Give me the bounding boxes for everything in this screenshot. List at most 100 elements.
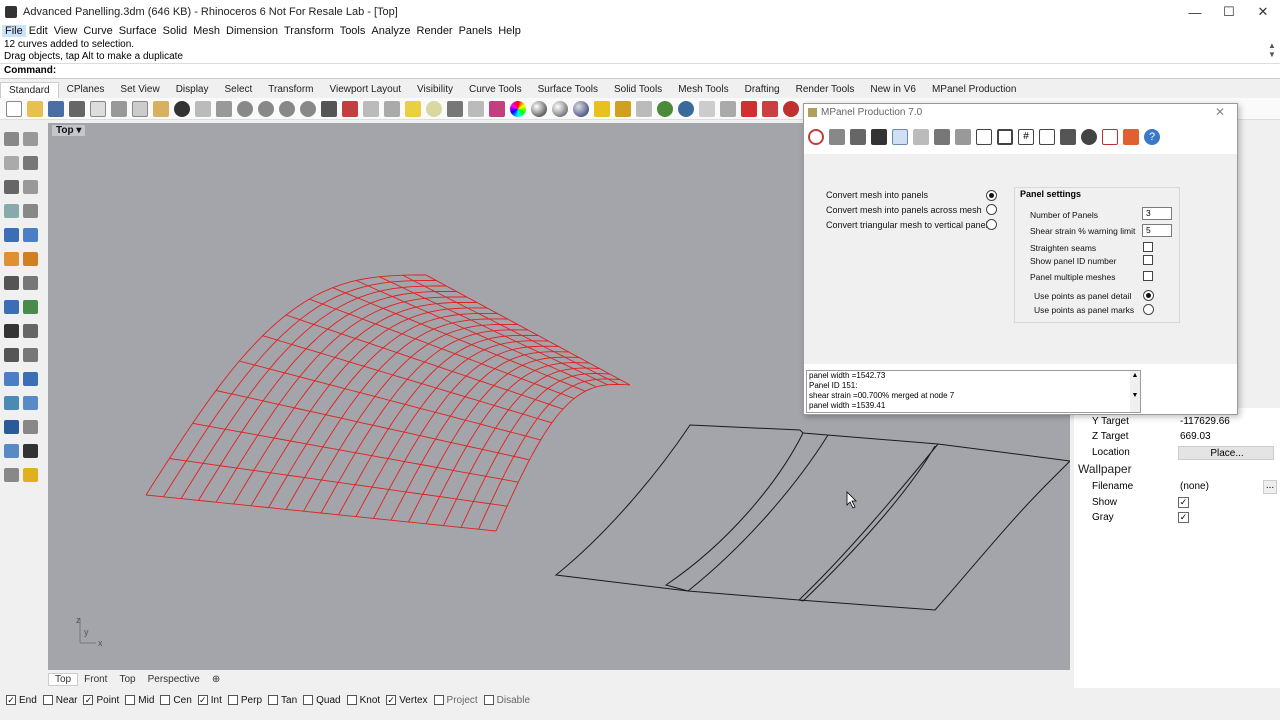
tab-new-in-v6[interactable]: New in V6 [862,82,924,98]
snapshot-icon[interactable] [699,100,715,117]
browse-button[interactable]: ... [1263,479,1277,494]
panel-id-icon[interactable]: # [1018,129,1034,145]
mesh-line[interactable] [285,318,508,510]
osnap-checkbox[interactable] [346,695,357,705]
export-icon[interactable] [90,100,106,117]
osnap-cen[interactable]: Cen [160,695,192,706]
left-tool-icon[interactable] [23,252,38,266]
move-icon[interactable] [384,100,400,117]
menu-analyze[interactable]: Analyze [368,25,413,37]
cut-icon[interactable] [111,100,127,117]
left-tool-icon[interactable] [23,228,38,242]
left-tool-icon[interactable] [23,372,38,386]
left-tool-icon[interactable] [4,348,19,362]
rendered-sphere-icon[interactable] [552,100,568,117]
record-icon[interactable] [741,100,757,117]
osnap-checkbox[interactable] [160,695,171,705]
mpanel-close-button[interactable]: ✕ [1215,105,1225,119]
osnap-checkbox[interactable] [433,695,444,705]
rotate-view-icon[interactable] [216,100,232,117]
options-icon[interactable] [636,100,652,117]
export-panels-icon[interactable] [1123,129,1139,145]
menu-surface[interactable]: Surface [116,25,160,37]
osnap-checkbox[interactable] [483,695,494,705]
material-sphere-icon[interactable] [573,100,589,117]
red-mesh-surface[interactable] [145,274,631,532]
straighten-seams-checkbox[interactable] [1143,242,1153,252]
menu-mesh[interactable]: Mesh [190,25,223,37]
option-convert-across-mesh-radio[interactable] [986,204,997,215]
left-tool-icon[interactable] [4,156,19,170]
show-checkbox[interactable]: ✓ [1178,497,1189,508]
zoom-window-icon[interactable] [258,100,274,117]
menu-edit[interactable]: Edit [26,25,51,37]
option-convert-across-mesh[interactable]: Convert mesh into panels across mesh [826,205,982,215]
number-of-panels-input[interactable]: 3 [1142,207,1172,220]
left-tool-icon[interactable] [23,324,38,338]
osnap-mid[interactable]: Mid [125,695,154,706]
globe-icon[interactable] [657,100,673,117]
left-tool-icon[interactable] [23,300,38,314]
new-file-icon[interactable] [6,100,22,117]
points-detail-radio[interactable] [1143,290,1154,301]
viewport-dropdown-icon[interactable]: ▾ [76,125,81,136]
pan-hand-icon[interactable] [195,100,211,117]
option-convert-mesh-radio[interactable] [986,190,997,201]
mesh-line[interactable] [495,384,631,532]
tab-viewport-layout[interactable]: Viewport Layout [322,82,410,98]
left-tool-icon[interactable] [23,420,38,434]
mesh-line[interactable] [145,494,497,532]
left-tool-icon[interactable] [4,372,19,386]
menu-panels[interactable]: Panels [456,25,496,37]
gear-tool-icon[interactable] [615,100,631,117]
menu-transform[interactable]: Transform [281,25,337,37]
panel-label-icon[interactable] [1039,129,1055,145]
osnap-vertex[interactable]: ✓ Vertex [386,695,428,706]
open-folder-icon[interactable] [27,100,43,117]
gray-checkbox[interactable]: ✓ [1178,512,1189,523]
menu-dimension[interactable]: Dimension [223,25,281,37]
viewport-tab-front[interactable]: Front [78,674,113,685]
viewport-tab-perspective[interactable]: Perspective [142,674,206,685]
tab-drafting[interactable]: Drafting [737,82,788,98]
help-icon[interactable] [678,100,694,117]
osnap-checkbox[interactable] [125,695,136,705]
left-tool-icon[interactable] [4,252,19,266]
select-icon[interactable] [363,100,379,117]
tab-surface-tools[interactable]: Surface Tools [530,82,606,98]
mesh-line[interactable] [250,307,488,507]
option-convert-triangular-radio[interactable] [986,219,997,230]
add-viewport-tab-icon[interactable]: ⊕ [206,674,226,685]
osnap-perp[interactable]: Perp [227,695,262,706]
osnap-disable[interactable]: Disable [483,695,530,706]
tools-icon[interactable] [1060,129,1076,145]
menu-view[interactable]: View [51,25,81,37]
paste-icon[interactable] [153,100,169,117]
left-tool-icon[interactable] [4,444,19,458]
delete-icon[interactable] [1102,129,1118,145]
osnap-knot[interactable]: Knot [346,695,380,706]
mesh-line[interactable] [478,378,620,530]
left-tool-icon[interactable] [23,132,38,146]
left-tool-icon[interactable] [4,204,19,218]
panel-border-icon[interactable] [976,129,992,145]
mesh-line[interactable] [373,345,559,519]
layer-icon[interactable] [468,100,484,117]
left-tool-icon[interactable] [23,348,38,362]
mpanel-help-icon[interactable]: ? [1144,129,1160,145]
vertical-panels-icon[interactable] [934,129,950,145]
mesh-line[interactable] [390,351,569,521]
tab-visibility[interactable]: Visibility [409,82,461,98]
osnap-quad[interactable]: Quad [303,695,341,706]
viewport-title[interactable]: Top ▾ [52,125,86,136]
lock-icon[interactable] [447,100,463,117]
panel-layout-icon[interactable] [913,129,929,145]
zoom-selected-icon[interactable] [300,100,316,117]
refresh-icon[interactable] [808,129,824,145]
osnap-tan[interactable]: Tan [268,695,297,706]
tab-render-tools[interactable]: Render Tools [788,82,863,98]
menu-file[interactable]: File [2,25,26,37]
panel-select-icon[interactable] [892,129,908,145]
minimize-button[interactable]: — [1178,0,1212,24]
tab-mpanel-production[interactable]: MPanel Production [924,82,1025,98]
